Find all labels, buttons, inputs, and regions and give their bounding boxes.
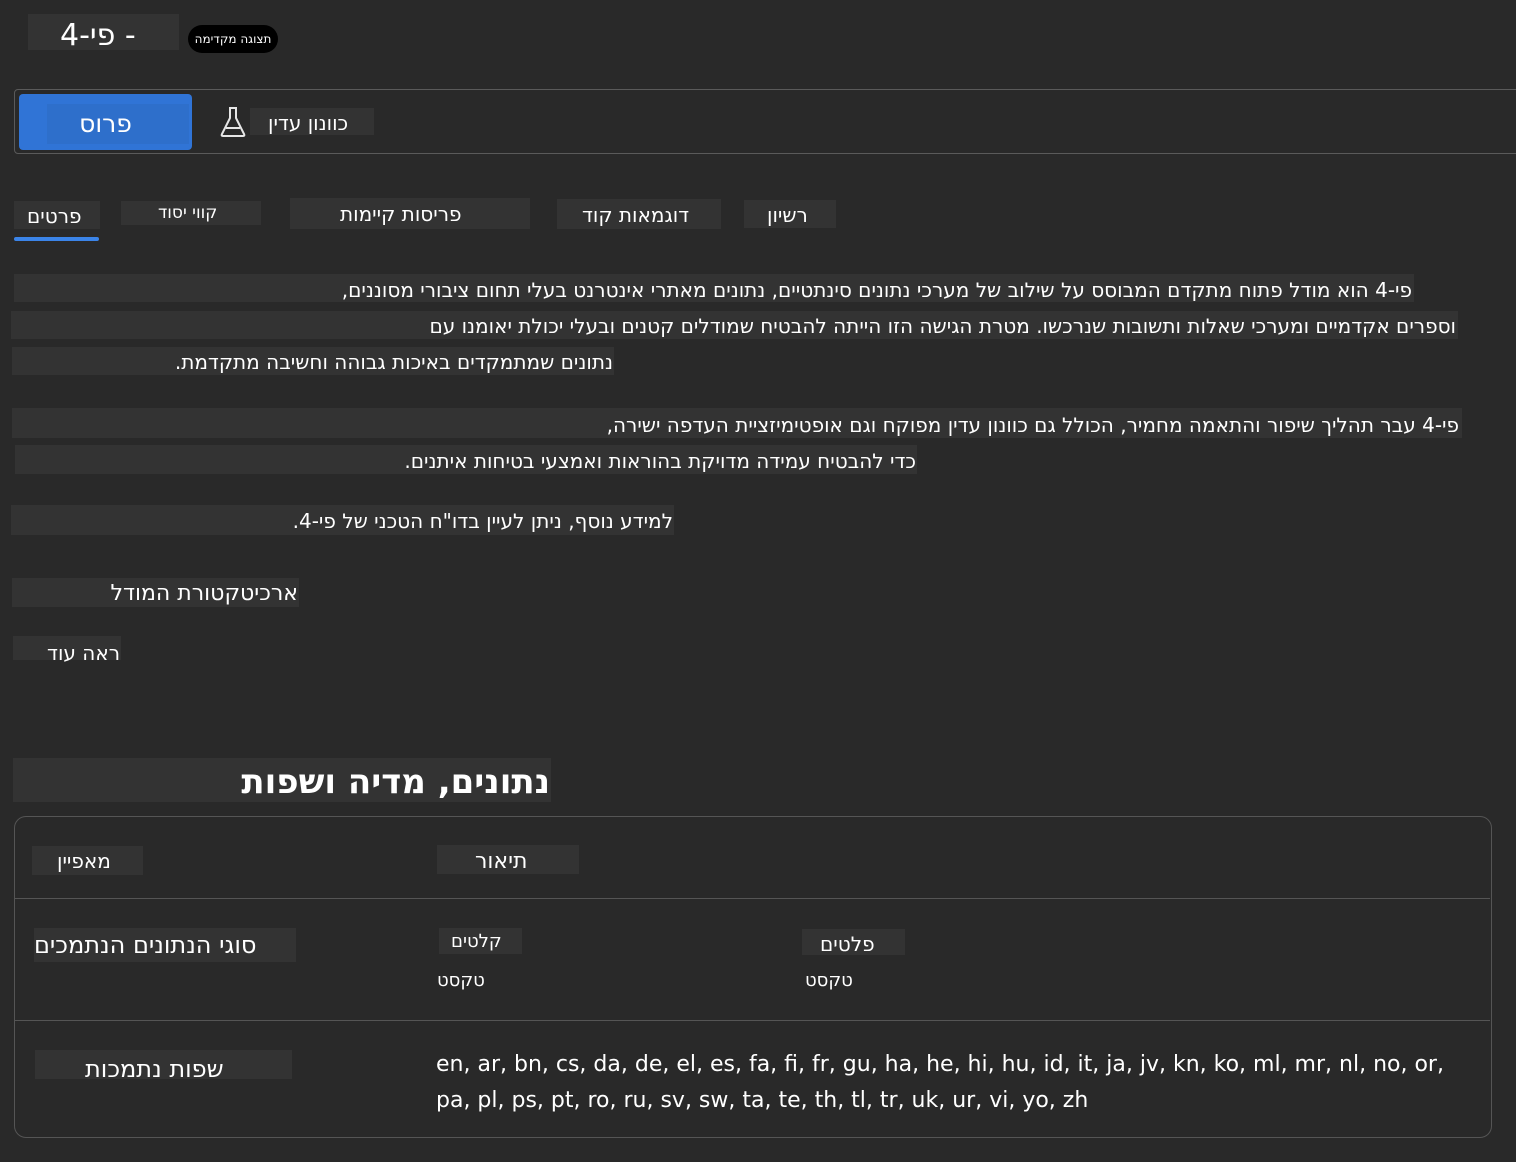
deploy-button-label: פרוס	[79, 109, 132, 138]
supported-languages-list: en, ar, bn, cs, da, de, el, es, fa, fi, …	[436, 1052, 1444, 1113]
tab-baselines[interactable]: קווי יסוד	[158, 202, 217, 224]
deploy-button[interactable]: פרוס	[19, 94, 192, 150]
flask-icon[interactable]	[220, 106, 246, 138]
training-line-1: פי-4 עבר תהליך שיפור והתאמה מחמיר, הכולל…	[606, 413, 1459, 437]
tab-details[interactable]: פרטים	[27, 203, 82, 229]
table-divider	[15, 898, 1490, 899]
table-divider	[15, 1020, 1490, 1021]
training-line-2: כדי להבטיח עמידה מדויקת בהוראות ואמצעי ב…	[404, 449, 916, 473]
active-tab-indicator	[14, 237, 99, 241]
intro-line-3: נתונים שמתמקדים באיכות גבוהה וחשיבה מתקד…	[174, 350, 613, 374]
row-label-languages: שפות נתמכות	[85, 1055, 224, 1083]
intro-line-1: פי-4 הוא מודל פתוח מתקדם המבוסס על שילוב…	[341, 278, 1412, 302]
column-header-description: תיאור	[475, 849, 528, 874]
data-section-heading: נתונים, מדיה ושפות	[241, 762, 550, 802]
fine-tune-button[interactable]: כוונון עדין	[268, 110, 348, 136]
outputs-label: פלטים	[820, 932, 875, 956]
inputs-value: טקסט	[437, 970, 485, 991]
see-more-link[interactable]: ראה עוד	[47, 640, 120, 666]
tab-existing-deployments[interactable]: פריסות קיימות	[340, 201, 462, 227]
inputs-label: קלטים	[451, 931, 502, 952]
intro-line-2: וספרים אקדמיים ומערכי שאלות ותשובות שנרכ…	[429, 314, 1456, 338]
architecture-heading: ארכיטקטורת המודל	[110, 581, 298, 606]
outputs-value: טקסט	[805, 970, 853, 991]
preview-badge: תצוגה מקדימה	[188, 25, 278, 53]
row-label-data-types: סוגי הנתונים הנתמכים	[34, 931, 257, 959]
tab-license[interactable]: רשיון	[767, 202, 808, 228]
tab-code-samples[interactable]: דוגמאות קוד	[582, 202, 689, 228]
technical-report-link[interactable]: למידע נוסף, ניתן לעיין בדו"ח הטכני של פי…	[293, 508, 673, 534]
page-title: פי-4 -	[60, 18, 136, 53]
column-header-feature: מאפיין	[57, 849, 111, 873]
